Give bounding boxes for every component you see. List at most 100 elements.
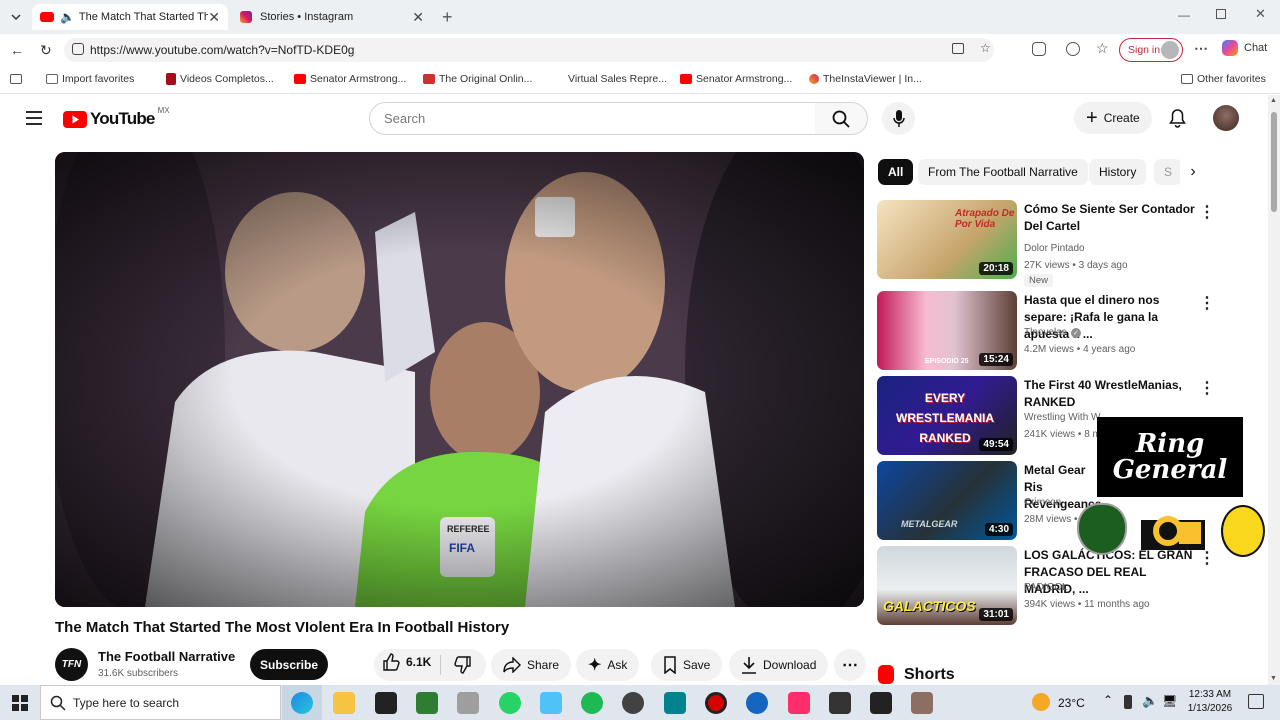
file-explorer-taskbar-icon[interactable] [333,692,355,714]
scrollbar-thumb[interactable] [1271,112,1277,212]
share-button[interactable]: Share [491,649,572,681]
audio-app-taskbar-icon[interactable] [829,692,851,714]
video-player[interactable]: REFEREE FIFA [55,152,864,607]
video-thumbnail[interactable]: GALACTICOS 31:01 [877,546,1017,625]
video-thumbnail[interactable]: EVERY WRESTLEMANIA RANKED 49:54 [877,376,1017,455]
more-menu-icon[interactable]: ⋯ [1194,40,1208,57]
app-taskbar-icon[interactable] [457,692,479,714]
tab-instagram[interactable]: Stories • Instagram ✕ [232,4,432,30]
new-tab-icon[interactable]: + [442,7,453,28]
recommendation-channel[interactable]: Crimson [1024,497,1061,508]
tray-chevron-icon[interactable]: ⌃ [1103,693,1113,707]
scroll-up-arrow-icon[interactable]: ▲ [1270,97,1277,104]
favorites-icon[interactable]: ☆ [1096,40,1109,57]
recommendation-channel[interactable]: Wrestling With W [1024,412,1101,423]
recommendation-title[interactable]: The First 40 WrestleManias, RANKED [1024,377,1199,411]
app-taskbar-icon[interactable] [664,692,686,714]
maximize-icon[interactable] [1216,9,1226,19]
hamburger-menu-icon[interactable] [26,111,42,125]
collections-icon[interactable] [10,74,22,84]
youtube-logo[interactable]: YouTube MX [63,106,170,129]
microphone-tray-icon[interactable] [1124,695,1132,709]
create-button[interactable]: + Create [1074,102,1152,134]
notifications-bell-icon[interactable] [1169,109,1186,128]
search-button[interactable] [815,102,868,135]
recommendation-item[interactable]: EPISODIO 25 15:24 Hasta que el dinero no… [877,291,1257,371]
bookmark-senator-armstrong-1[interactable]: Senator Armstrong... [294,73,406,85]
record-taskbar-icon[interactable] [705,692,727,714]
more-options-icon[interactable]: ⋮ [1199,378,1215,398]
copilot-chat-button[interactable]: Chat [1222,40,1267,56]
weather-icon[interactable] [1032,693,1050,711]
chip-from-channel[interactable]: From The Football Narrative [918,159,1088,185]
tab-youtube[interactable]: 🔈 The Match That Started The M ✕ [32,4,228,30]
chip-history[interactable]: History [1089,159,1147,185]
notifications-center-icon[interactable] [1248,694,1264,709]
extensions-icon[interactable] [1032,42,1046,56]
favorite-star-icon[interactable]: ☆ [980,41,991,55]
bookmark-original-online[interactable]: The Original Onlin... [423,73,532,85]
close-tab-icon[interactable]: ✕ [208,9,220,26]
weather-temp[interactable]: 23°C [1058,696,1085,710]
recommendation-channel[interactable]: PADIGOL [1024,582,1068,593]
url-field[interactable]: https://www.youtube.com/watch?v=NofTD-KD… [64,38,994,62]
bookmark-virtual-sales[interactable]: Virtual Sales Repre... [568,73,667,85]
app-taskbar-icon[interactable] [746,692,768,714]
whatsapp-taskbar-icon[interactable] [499,692,521,714]
chip-partial[interactable]: S [1154,159,1182,185]
chip-all[interactable]: All [878,159,914,185]
more-options-icon[interactable]: ⋮ [1199,293,1215,313]
ask-button[interactable]: ✦ Ask [576,649,640,681]
bookmark-theinstaviewer[interactable]: TheInstaViewer | In... [809,73,922,85]
dislike-button[interactable] [454,656,472,674]
recommendation-item[interactable]: GALACTICOS 31:01 LOS GALÁCTICOS: EL GRAN… [877,546,1257,626]
app-taskbar-icon[interactable] [870,692,892,714]
back-icon[interactable]: ← [10,42,24,58]
save-button[interactable]: Save [651,649,723,681]
recommendation-channel[interactable]: Tlnovelas ✓ [1024,327,1081,338]
close-window-icon[interactable]: ✕ [1255,6,1266,22]
taskbar-search-input[interactable]: Type here to search [40,685,281,720]
other-favorites-folder[interactable]: Other favorites [1181,73,1266,85]
more-options-icon[interactable]: ⋮ [1199,202,1215,222]
edge-taskbar-icon[interactable] [291,692,313,714]
sign-in-button[interactable]: Sign in [1119,38,1183,62]
channel-name[interactable]: The Football Narrative [98,649,235,664]
browser-essentials-icon[interactable] [1066,42,1080,56]
more-options-icon[interactable]: ⋮ [1199,548,1215,568]
video-thumbnail[interactable]: METALGEAR 4:30 [877,461,1017,540]
bookmark-videos-completos[interactable]: Videos Completos... [166,73,274,85]
spotify-taskbar-icon[interactable] [581,692,603,714]
chips-next-chevron-icon[interactable]: › [1180,159,1206,185]
tiktok-taskbar-icon[interactable] [788,692,810,714]
recommendation-title[interactable]: Cómo Se Siente Ser Contador Del Cartel [1024,201,1199,235]
app-taskbar-icon[interactable] [540,692,562,714]
minimize-icon[interactable]: — [1178,8,1190,22]
close-tab-icon[interactable]: ✕ [412,9,424,26]
more-actions-icon[interactable]: ⋯ [834,649,866,681]
recommendation-item[interactable]: Atrapado De Por Vida 20:18 Cómo Se Sient… [877,200,1257,287]
app-taskbar-icon[interactable] [622,692,644,714]
tab-actions-icon[interactable] [8,9,24,25]
subscribe-button[interactable]: Subscribe [250,649,328,680]
app-taskbar-icon[interactable] [416,692,438,714]
refresh-icon[interactable]: ↻ [40,42,52,59]
account-avatar[interactable] [1213,105,1239,131]
bookmark-senator-armstrong-2[interactable]: Senator Armstrong... [680,73,792,85]
taskbar-clock[interactable]: 12:33 AM 1/13/2026 [1180,688,1240,716]
voice-search-button[interactable] [882,102,915,135]
speaker-icon[interactable]: 🔈 [60,10,75,24]
app-taskbar-icon[interactable] [911,692,933,714]
search-input[interactable]: Search [369,102,816,135]
recommendation-channel[interactable]: Dolor Pintado [1024,243,1085,254]
scroll-down-arrow-icon[interactable]: ▼ [1270,675,1277,682]
windows-start-icon[interactable] [12,695,28,711]
video-thumbnail[interactable]: EPISODIO 25 15:24 [877,291,1017,370]
volume-icon[interactable]: 🔈 [1142,693,1158,709]
like-button[interactable]: 6.1K [382,653,431,671]
channel-avatar[interactable]: TFN [55,648,88,681]
video-thumbnail[interactable]: Atrapado De Por Vida 20:18 [877,200,1017,279]
network-icon[interactable]: 🖥 [1162,694,1177,708]
epic-games-taskbar-icon[interactable] [375,692,397,714]
download-button[interactable]: Download [729,649,829,681]
